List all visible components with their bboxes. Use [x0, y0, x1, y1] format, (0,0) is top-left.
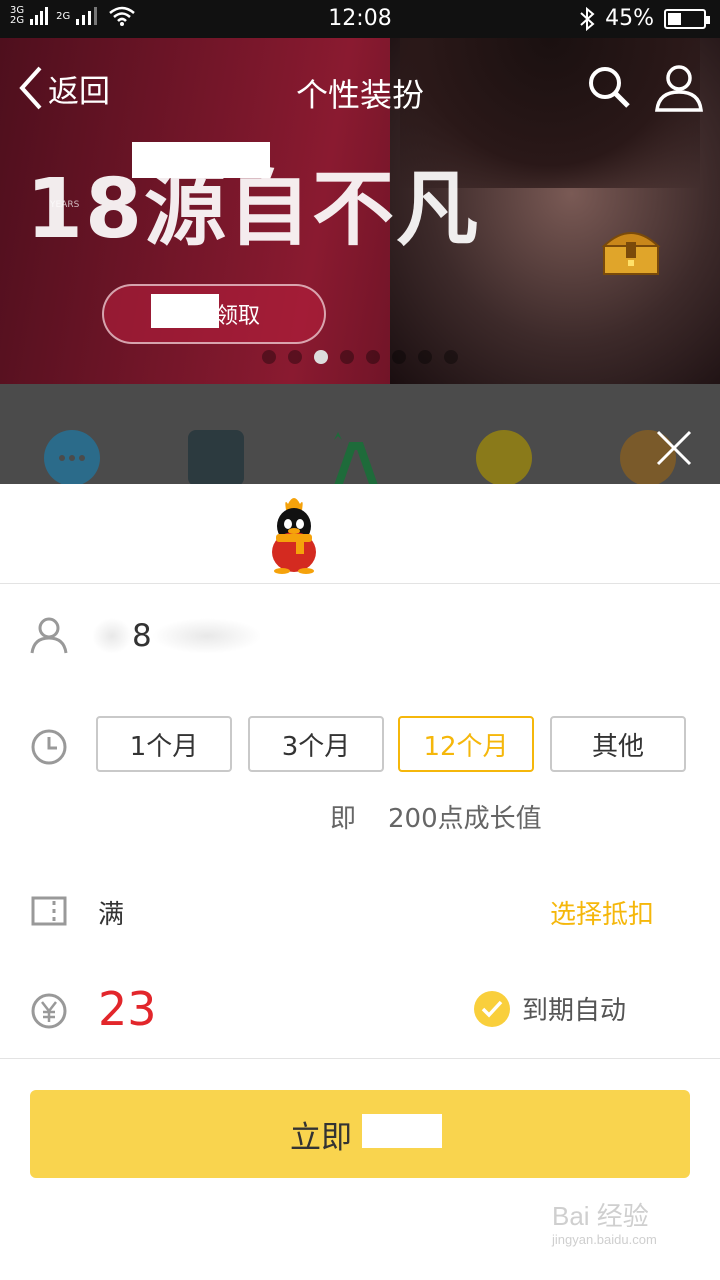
baidu-watermark-url: jingyan.baidu.com	[552, 1232, 657, 1247]
duration-option[interactable]: 12个月	[398, 716, 534, 772]
pagination-dot[interactable]	[366, 350, 380, 364]
clock-icon	[31, 729, 67, 765]
price-value: 23	[98, 982, 157, 1036]
banner-claim-label: 领取	[215, 304, 260, 329]
purchase-sheet: 8 1个月 3个月 12个月 其他 即 200点成长值 满 选择抵扣 23 到期…	[0, 484, 720, 1280]
pay-now-button[interactable]: 立即	[30, 1090, 690, 1178]
duration-option[interactable]: 3个月	[248, 716, 384, 772]
auto-renew-toggle[interactable]: 到期自动	[474, 990, 626, 1027]
font-icon	[334, 432, 378, 484]
duration-option[interactable]: 1个月	[96, 716, 232, 772]
pagination-dot[interactable]	[418, 350, 432, 364]
coupon-icon	[31, 896, 67, 926]
pagination-dot[interactable]	[444, 350, 458, 364]
yuan-icon	[31, 993, 67, 1029]
pagination-dot[interactable]	[262, 350, 276, 364]
check-icon	[474, 990, 510, 1027]
pagination-dot[interactable]	[288, 350, 302, 364]
duration-option[interactable]: 其他	[550, 716, 686, 772]
growth-value: 200点成长值	[388, 804, 542, 834]
redaction	[132, 142, 270, 178]
coupon-label: 满	[98, 900, 125, 930]
bluetooth-icon	[580, 6, 595, 31]
banner-pagination	[262, 350, 458, 364]
qq-penguin-icon	[272, 498, 316, 574]
growth-prefix: 即	[330, 804, 357, 834]
treasure-chest-icon[interactable]	[598, 224, 664, 278]
pagination-dot[interactable]	[314, 350, 328, 364]
close-icon[interactable]	[654, 428, 694, 468]
user-outline-icon	[30, 617, 68, 654]
robot-icon	[188, 430, 244, 484]
emoji-icon	[476, 430, 532, 484]
pagination-dot[interactable]	[340, 350, 354, 364]
select-coupon-link[interactable]: 选择抵扣	[550, 894, 654, 931]
sheet-header	[0, 484, 720, 584]
auto-renew-label: 到期自动	[522, 996, 627, 1026]
battery-percent: 45%	[605, 6, 654, 31]
pay-now-label: 立即	[290, 1119, 352, 1156]
divider	[0, 1058, 720, 1059]
banner[interactable]: 返回 个性装扮 18源自不凡 YEARS 领取	[0, 38, 720, 384]
pagination-dot[interactable]	[392, 350, 406, 364]
redaction	[151, 294, 219, 328]
dimmed-category-strip	[0, 384, 720, 484]
account-number: 8	[132, 618, 152, 654]
chat-bubble-icon	[44, 430, 100, 484]
search-icon[interactable]	[586, 64, 632, 110]
battery-icon	[664, 8, 710, 29]
status-bar: 3G 2G 2G 12:08 45%	[0, 0, 720, 38]
redaction	[362, 1114, 442, 1148]
banner-years-label: YEARS	[50, 200, 80, 210]
user-icon[interactable]	[654, 64, 704, 112]
baidu-watermark: Bai 经验	[552, 1201, 649, 1231]
